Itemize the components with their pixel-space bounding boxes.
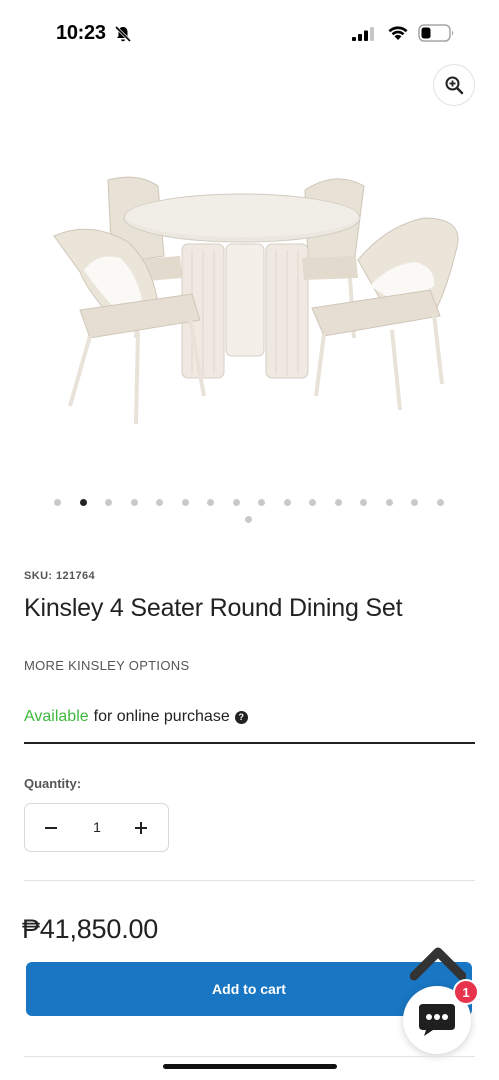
add-to-cart-label: Add to cart bbox=[212, 981, 286, 997]
quantity-stepper: 1 bbox=[24, 803, 169, 852]
carousel-dot[interactable] bbox=[334, 499, 342, 506]
carousel-dot[interactable] bbox=[232, 499, 240, 506]
quantity-label: Quantity: bbox=[24, 776, 82, 791]
battery-icon bbox=[418, 24, 454, 42]
carousel-dot[interactable] bbox=[130, 499, 138, 506]
carousel-dot[interactable] bbox=[245, 516, 252, 523]
carousel-dot[interactable] bbox=[181, 499, 189, 506]
signal-icon bbox=[352, 27, 374, 41]
product-image[interactable] bbox=[40, 160, 470, 440]
sku-label: SKU: 121764 bbox=[24, 570, 96, 582]
carousel-dot[interactable] bbox=[283, 499, 291, 506]
status-bar: 10:23 bbox=[0, 0, 499, 64]
divider bbox=[24, 880, 475, 881]
status-time: 10:23 bbox=[56, 22, 106, 44]
quantity-increase-button[interactable] bbox=[125, 812, 157, 844]
carousel-dot[interactable] bbox=[105, 499, 112, 506]
carousel-dot[interactable] bbox=[385, 499, 393, 506]
availability-status: Available bbox=[24, 708, 89, 725]
bell-slash-icon bbox=[114, 25, 132, 43]
wifi-icon bbox=[388, 26, 408, 40]
carousel-dot[interactable] bbox=[156, 499, 163, 506]
carousel-dot[interactable] bbox=[258, 499, 265, 506]
carousel-dot[interactable] bbox=[54, 499, 61, 506]
plus-icon bbox=[135, 822, 147, 834]
minus-icon bbox=[45, 827, 57, 829]
availability-row: Available for online purchase ? bbox=[24, 708, 248, 726]
carousel-dot[interactable] bbox=[436, 499, 444, 506]
carousel-dot[interactable] bbox=[411, 499, 418, 506]
carousel-dot[interactable] bbox=[207, 499, 214, 506]
help-icon[interactable]: ? bbox=[234, 710, 248, 724]
zoom-in-icon bbox=[445, 76, 464, 95]
dining-set-illustration bbox=[53, 176, 459, 425]
product-title: Kinsley 4 Seater Round Dining Set bbox=[24, 594, 403, 622]
chat-icon bbox=[419, 1004, 455, 1036]
home-indicator bbox=[163, 1064, 337, 1069]
quantity-value[interactable]: 1 bbox=[85, 819, 109, 835]
more-options-link[interactable]: MORE KINSLEY OPTIONS bbox=[24, 658, 189, 673]
divider bbox=[24, 742, 475, 744]
chat-notification-badge: 1 bbox=[453, 979, 479, 1005]
zoom-button[interactable] bbox=[433, 64, 475, 106]
carousel-dot[interactable] bbox=[79, 499, 87, 506]
carousel-dots bbox=[45, 498, 455, 523]
availability-text: for online purchase bbox=[93, 708, 230, 725]
carousel-dot[interactable] bbox=[360, 499, 367, 506]
divider bbox=[24, 1056, 475, 1057]
carousel-dot[interactable] bbox=[309, 499, 316, 506]
quantity-decrease-button[interactable] bbox=[35, 812, 67, 844]
scroll-to-top-icon[interactable] bbox=[410, 942, 466, 982]
product-price: ₱41,850.00 bbox=[22, 914, 159, 944]
